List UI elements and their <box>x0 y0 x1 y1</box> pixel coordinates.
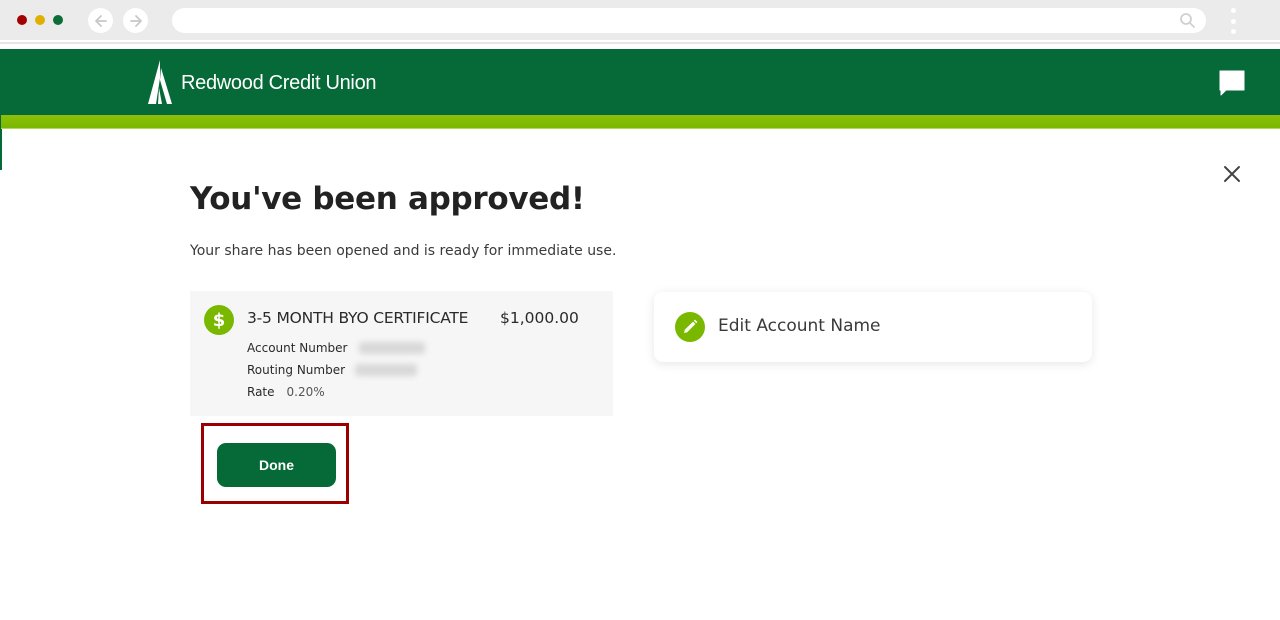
rate-label: Rate <box>247 385 275 399</box>
account-summary-card: $ 3-5 MONTH BYO CERTIFICATE $1,000.00 Ac… <box>190 291 613 416</box>
rate-value: 0.20% <box>286 385 325 399</box>
window-maximize-dot[interactable] <box>53 15 63 25</box>
routing-number-label: Routing Number <box>247 363 346 377</box>
redwood-tree-logo <box>148 60 172 104</box>
account-name: 3-5 MONTH BYO CERTIFICATE <box>247 309 469 327</box>
toolbar-divider <box>0 42 1280 44</box>
close-button[interactable] <box>1220 162 1244 186</box>
header-accent-bar <box>1 115 1280 129</box>
edit-account-name-button[interactable]: Edit Account Name <box>654 292 1092 362</box>
page-title: You've been approved! <box>190 181 585 217</box>
arrow-right-icon <box>129 14 142 27</box>
dollar-icon: $ <box>204 305 234 335</box>
brand-logo[interactable]: Redwood Credit Union <box>147 60 377 106</box>
address-bar[interactable] <box>172 8 1206 33</box>
back-button[interactable] <box>88 8 113 33</box>
kebab-menu-icon[interactable] <box>1228 8 1238 34</box>
window-close-dot[interactable] <box>17 15 27 25</box>
routing-number-value-redacted <box>355 364 418 376</box>
close-icon <box>1224 166 1240 182</box>
forward-button[interactable] <box>123 8 148 33</box>
edit-account-name-label: Edit Account Name <box>718 316 881 336</box>
account-number-label: Account Number <box>247 341 348 355</box>
done-button[interactable]: Done <box>217 443 336 487</box>
routing-number-row: Routing Number <box>247 363 418 377</box>
account-amount: $1,000.00 <box>500 309 579 327</box>
page-subtitle: Your share has been opened and is ready … <box>190 243 617 259</box>
window-minimize-dot[interactable] <box>35 15 45 25</box>
chat-bubble-icon <box>1219 70 1245 96</box>
brand-name: Redwood Credit Union <box>181 71 377 94</box>
browser-toolbar <box>0 0 1280 40</box>
pencil-icon <box>675 312 705 342</box>
account-number-value-redacted <box>359 342 426 354</box>
rate-row: Rate 0.20% <box>247 385 325 399</box>
arrow-left-icon <box>94 14 107 27</box>
chat-button[interactable] <box>1218 69 1246 97</box>
search-icon[interactable] <box>1179 12 1196 29</box>
account-number-row: Account Number <box>247 341 426 355</box>
